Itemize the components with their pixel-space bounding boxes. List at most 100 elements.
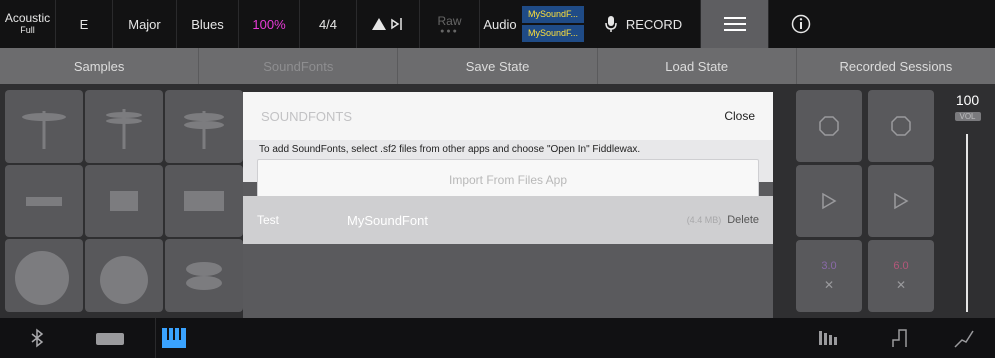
curve-icon bbox=[954, 330, 974, 348]
top-toolbar: Acoustic Full E Major Blues 100% 4/4 Raw… bbox=[0, 0, 995, 48]
snare-icon bbox=[26, 196, 62, 206]
kick-drum-2-icon bbox=[100, 255, 148, 304]
style-selector[interactable]: Blues bbox=[177, 0, 239, 48]
metronome-button[interactable] bbox=[357, 0, 420, 48]
drum-pad-cymbal-1[interactable] bbox=[5, 90, 83, 163]
time-signature-selector[interactable]: 4/4 bbox=[300, 0, 357, 48]
drum-pad-snare-2[interactable] bbox=[85, 164, 163, 238]
dialog-header: SOUNDFONTS Close bbox=[243, 92, 773, 140]
instrument-name: Acoustic bbox=[4, 11, 51, 25]
tab-save-state[interactable]: Save State bbox=[398, 48, 598, 84]
percent-label: 100% bbox=[252, 16, 286, 32]
play-button-2[interactable] bbox=[868, 165, 934, 237]
piano-keys-icon bbox=[162, 328, 186, 348]
tab-save-state-label: Save State bbox=[465, 58, 530, 74]
ride-cymbal-icon bbox=[184, 111, 224, 150]
control-column-1: 3.0 ✕ bbox=[796, 90, 862, 312]
soundfont-name-1: MySoundF... bbox=[522, 6, 584, 23]
info-icon bbox=[791, 14, 811, 34]
audio-label-button[interactable]: Audio bbox=[480, 0, 520, 48]
curve-mode-button[interactable] bbox=[954, 328, 974, 353]
play-icon bbox=[822, 192, 837, 210]
import-from-files-button[interactable]: Import From Files App bbox=[257, 159, 759, 201]
close-button[interactable]: Close bbox=[724, 109, 755, 123]
import-label: Import From Files App bbox=[448, 173, 568, 187]
record-label: RECORD bbox=[625, 16, 683, 32]
drum-pad-grid bbox=[5, 90, 243, 312]
bluetooth-icon bbox=[31, 328, 44, 348]
octagon-icon bbox=[819, 116, 839, 136]
drum-pad-kick-1[interactable] bbox=[5, 239, 83, 312]
dialog-info-text: To add SoundFonts, select .sf2 files fro… bbox=[259, 144, 641, 155]
instrument-variant: Full bbox=[20, 25, 35, 35]
drum-pad-cymbal-2[interactable] bbox=[85, 90, 163, 163]
ratio-button-2[interactable]: 6.0 ✕ bbox=[868, 240, 934, 312]
tab-samples-label: Samples bbox=[73, 58, 125, 74]
keyboard-mode-button[interactable] bbox=[96, 332, 124, 350]
volume-label: VOL bbox=[954, 112, 981, 121]
kick-drum-icon bbox=[15, 250, 69, 305]
audio-label: Audio bbox=[483, 16, 517, 32]
square-wave-icon bbox=[892, 329, 907, 347]
volume-value: 100 bbox=[955, 92, 980, 108]
key-label: E bbox=[79, 16, 89, 32]
hamburger-icon bbox=[723, 17, 746, 31]
control-column-2: 6.0 ✕ bbox=[868, 90, 934, 312]
bottom-toolbar bbox=[0, 318, 995, 358]
microphone-icon bbox=[605, 16, 617, 32]
menu-button[interactable] bbox=[701, 0, 769, 48]
drum-pad-kick-3[interactable] bbox=[165, 239, 243, 312]
tab-samples[interactable]: Samples bbox=[0, 48, 200, 84]
loop-button-1[interactable] bbox=[796, 90, 862, 162]
tab-soundfonts-label: SoundFonts bbox=[263, 58, 334, 74]
dialog-info-section: To add SoundFonts, select .sf2 files fro… bbox=[243, 140, 773, 201]
play-button-1[interactable] bbox=[796, 165, 862, 237]
key-selector[interactable]: E bbox=[56, 0, 113, 48]
soundfont-test-button[interactable]: Test bbox=[257, 213, 347, 227]
section-tabs: Samples SoundFonts Save State Load State… bbox=[0, 48, 995, 84]
piano-mode-button[interactable] bbox=[155, 318, 221, 358]
close-x-icon-2: ✕ bbox=[895, 278, 907, 292]
style-label: Blues bbox=[191, 16, 224, 32]
soundfont-name: MySoundFont bbox=[347, 212, 428, 228]
ratio-button-1[interactable]: 3.0 ✕ bbox=[796, 240, 862, 312]
volume-control: 100 VOL bbox=[940, 90, 995, 312]
bluetooth-button[interactable] bbox=[30, 328, 44, 353]
close-x-icon-1: ✕ bbox=[823, 278, 835, 292]
hihat-icon bbox=[106, 109, 142, 150]
ratio-value-2: 6.0 bbox=[893, 260, 909, 272]
drum-pad-kick-2[interactable] bbox=[85, 239, 163, 312]
soundfont-row[interactable]: Test MySoundFont (4.4 MB) Delete bbox=[243, 196, 773, 244]
drum-pad-snare-1[interactable] bbox=[5, 164, 83, 238]
scale-label: Major bbox=[128, 16, 161, 32]
floor-tom-icon bbox=[184, 190, 224, 211]
delete-button[interactable]: Delete bbox=[727, 214, 759, 226]
scale-selector[interactable]: Major bbox=[113, 0, 177, 48]
tab-recorded-sessions[interactable]: Recorded Sessions bbox=[797, 48, 995, 84]
bars-icon bbox=[819, 331, 837, 345]
volume-slider[interactable] bbox=[966, 134, 968, 312]
dialog-title: SOUNDFONTS bbox=[261, 108, 352, 124]
octagon-icon-2 bbox=[891, 116, 911, 136]
bars-mode-button[interactable] bbox=[818, 329, 838, 352]
drum-pad-cymbal-3[interactable] bbox=[165, 90, 243, 163]
raw-label: Raw bbox=[437, 13, 462, 28]
waveform-mode-button[interactable] bbox=[892, 328, 908, 353]
raw-toggle[interactable]: Raw ●●● bbox=[420, 0, 480, 48]
tom-icon bbox=[110, 190, 138, 211]
keyboard-icon bbox=[96, 333, 124, 345]
loop-button-2[interactable] bbox=[868, 90, 934, 162]
time-signature-label: 4/4 bbox=[318, 16, 338, 32]
record-button[interactable]: RECORD bbox=[586, 0, 701, 48]
cymbal-icon bbox=[22, 111, 66, 150]
info-button[interactable] bbox=[769, 0, 833, 48]
instrument-selector[interactable]: Acoustic Full bbox=[0, 0, 56, 48]
drum-stack-icon bbox=[186, 261, 222, 290]
drum-pad-snare-3[interactable] bbox=[165, 164, 243, 238]
metronome-icon bbox=[372, 18, 402, 30]
soundfont-selector[interactable]: MySoundF... MySoundF... bbox=[520, 0, 586, 48]
percent-selector[interactable]: 100% bbox=[239, 0, 300, 48]
tab-soundfonts[interactable]: SoundFonts bbox=[199, 48, 399, 84]
tab-load-state[interactable]: Load State bbox=[598, 48, 797, 84]
raw-dots-icon: ●●● bbox=[440, 27, 459, 35]
